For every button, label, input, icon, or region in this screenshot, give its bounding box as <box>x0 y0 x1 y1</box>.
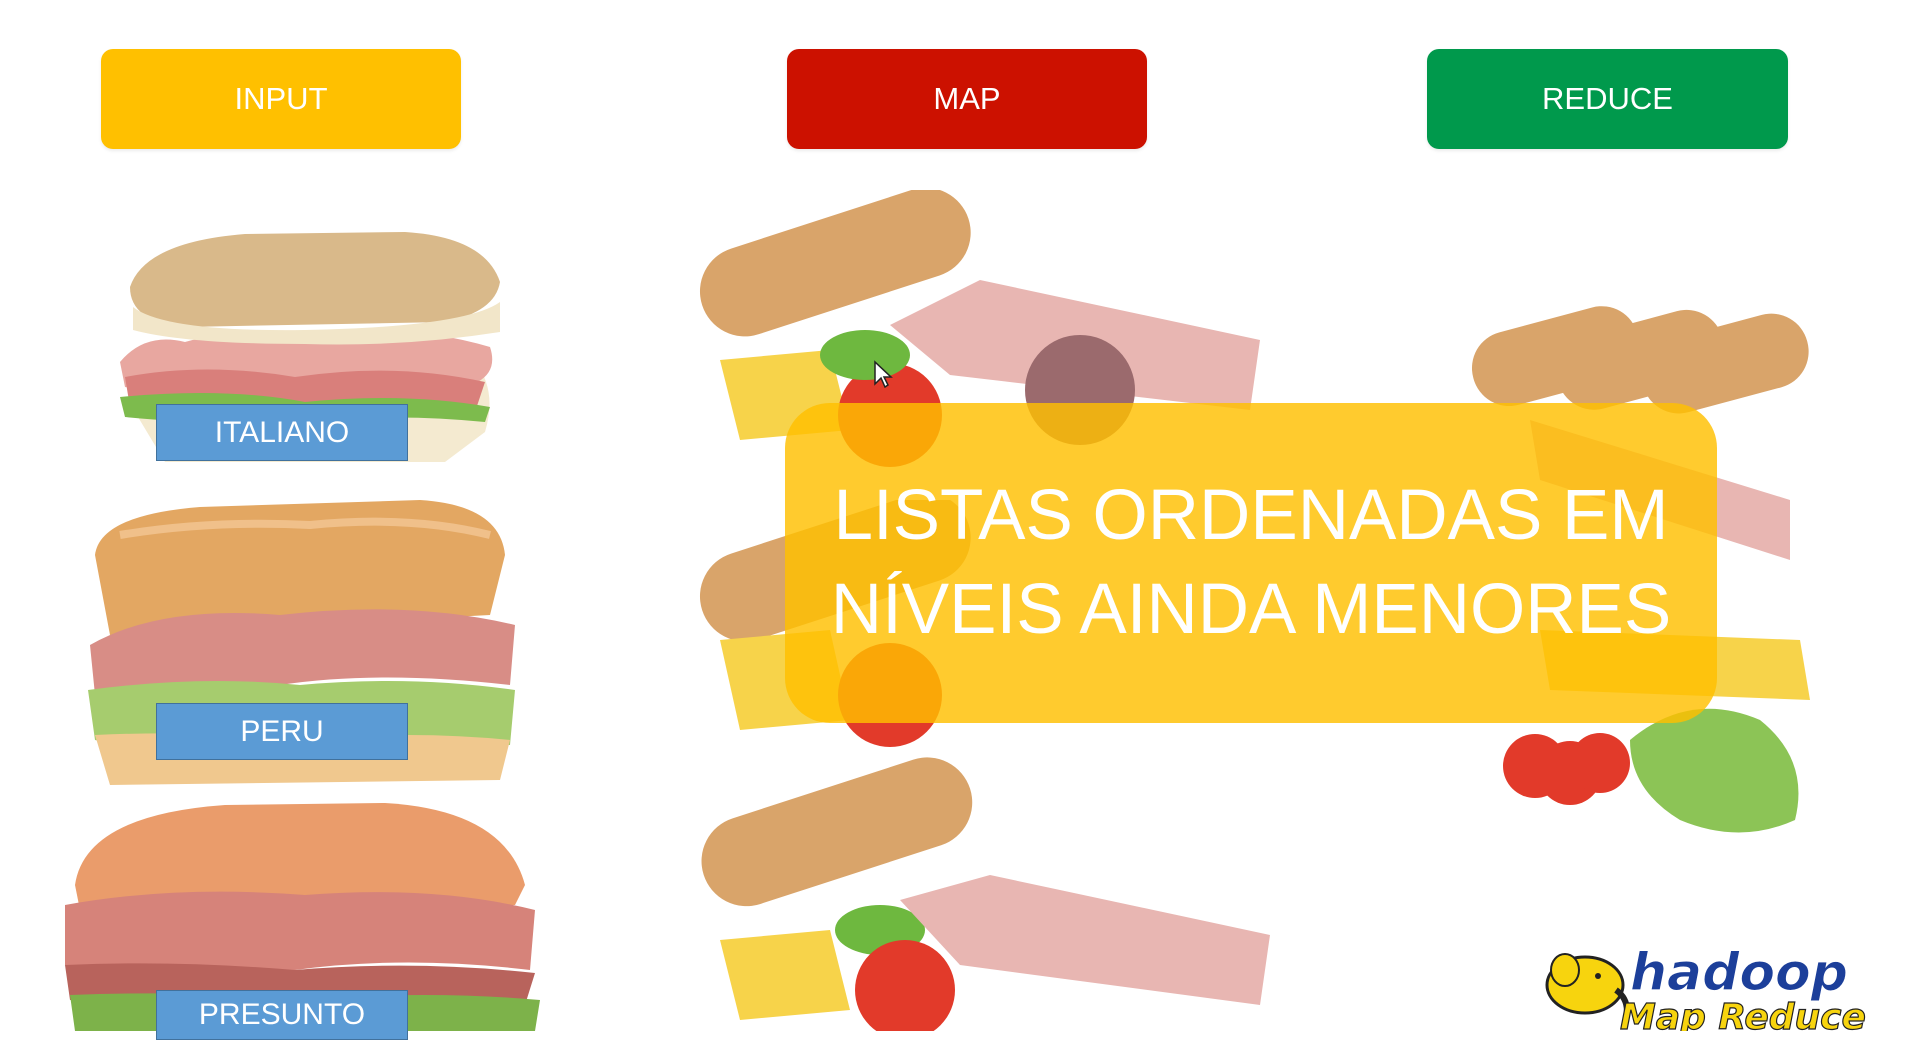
mouse-cursor-icon <box>874 360 893 389</box>
map-header: MAP <box>787 49 1147 149</box>
sandwich-label-italiano: ITALIANO <box>156 404 408 461</box>
sandwich-label-presunto: PRESUNTO <box>156 990 408 1040</box>
logo-hadoop-text: hadoop <box>1630 943 1848 1003</box>
sorted-lists-callout: LISTAS ORDENADAS EM NÍVEIS AINDA MENORES <box>785 403 1717 723</box>
sandwich-label-peru: PERU <box>156 703 408 760</box>
input-header: INPUT <box>101 49 461 149</box>
logo-mapreduce-text: Map Reduce <box>1620 997 1866 1031</box>
callout-line-1: LISTAS ORDENADAS EM <box>833 476 1669 555</box>
callout-line-2: NÍVEIS AINDA MENORES <box>830 570 1672 649</box>
reduce-header: REDUCE <box>1427 49 1788 149</box>
hadoop-mapreduce-logo: hadoop Map Reduce <box>1545 943 1867 1031</box>
map-ingredients-row-3 <box>701 757 1270 1031</box>
